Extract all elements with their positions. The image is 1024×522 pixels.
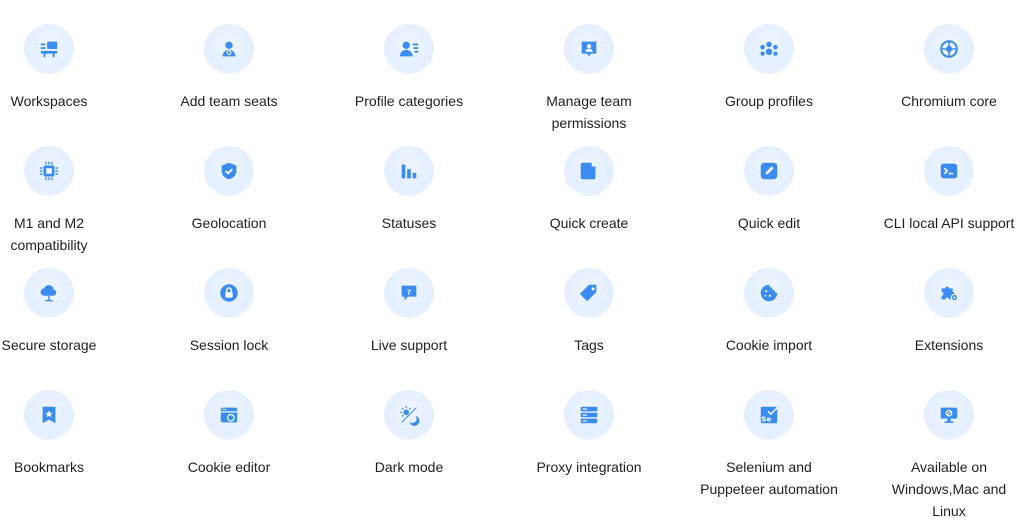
feature-label: Selenium and Puppeteer automation (700, 459, 838, 497)
feature-cookie-import: Cookie import (684, 268, 854, 356)
add-user-icon (204, 24, 254, 74)
feature-label: M1 and M2 compatibility (10, 215, 88, 253)
feature-label: Session lock (189, 337, 269, 353)
document-icon (564, 146, 614, 196)
feature-quick-create: Quick create (504, 146, 674, 234)
bar-chart-icon (384, 146, 434, 196)
monitor-icon (924, 390, 974, 440)
svg-text:?: ? (407, 287, 411, 296)
feature-geolocation: Geolocation (144, 146, 314, 234)
cookie-icon (744, 268, 794, 318)
feature-secure-storage: Secure storage (0, 268, 134, 356)
puzzle-gear-icon (924, 268, 974, 318)
chip-icon (24, 146, 74, 196)
feature-label: Available on Windows,Mac and Linux (891, 459, 1007, 519)
feature-label: Workspaces (10, 93, 88, 109)
feature-extensions: Extensions (864, 268, 1024, 356)
feature-label: Add team seats (180, 93, 278, 109)
feature-live-support: ? Live support (324, 268, 494, 356)
feature-label: Geolocation (191, 215, 267, 231)
feature-cross-platform: Available on Windows,Mac and Linux (864, 390, 1024, 522)
feature-quick-edit: Quick edit (684, 146, 854, 234)
profile-list-icon (384, 24, 434, 74)
feature-label: Proxy integration (536, 459, 642, 475)
browser-window-cookie-icon (204, 390, 254, 440)
feature-dark-mode: Dark mode (324, 390, 494, 478)
feature-label: Statuses (381, 215, 437, 231)
feature-label: Extensions (914, 337, 984, 353)
feature-label: Tags (574, 337, 604, 353)
shield-check-icon (204, 146, 254, 196)
feature-label: Dark mode (374, 459, 444, 475)
feature-selenium-puppeteer: Se Selenium and Puppeteer automation (684, 390, 854, 500)
feature-workspaces: Workspaces (0, 24, 134, 112)
feature-manage-team-permissions: Manage team permissions (504, 24, 674, 134)
sun-moon-icon (384, 390, 434, 440)
tag-icon (564, 268, 614, 318)
chat-question-icon: ? (384, 268, 434, 318)
feature-profile-categories: Profile categories (324, 24, 494, 112)
selenium-icon: Se (744, 390, 794, 440)
feature-tags: Tags (504, 268, 674, 356)
svg-text:Se: Se (761, 414, 771, 423)
feature-label: Bookmarks (13, 459, 85, 475)
feature-label: Profile categories (354, 93, 464, 109)
feature-label: Quick edit (737, 215, 801, 231)
cloud-upload-icon (24, 268, 74, 318)
feature-chromium-core: Chromium core (864, 24, 1024, 112)
feature-add-team-seats: Add team seats (144, 24, 314, 112)
feature-label: Quick create (549, 215, 629, 231)
pencil-icon (744, 146, 794, 196)
feature-session-lock: Session lock (144, 268, 314, 356)
feature-label: CLI local API support (883, 215, 1015, 231)
feature-cookie-editor: Cookie editor (144, 390, 314, 478)
server-icon (564, 390, 614, 440)
feature-group-profiles: Group profiles (684, 24, 854, 112)
chromium-icon (924, 24, 974, 74)
bookmark-star-icon (24, 390, 74, 440)
feature-label: Secure storage (1, 337, 97, 353)
terminal-icon (924, 146, 974, 196)
feature-label: Cookie import (725, 337, 813, 353)
feature-label: Chromium core (901, 93, 997, 109)
feature-m1-m2: M1 and M2 compatibility (0, 146, 134, 256)
feature-grid: Workspaces Add team seats Profile catego… (0, 0, 1024, 519)
feature-cli-local-api: CLI local API support (864, 146, 1024, 234)
feature-statuses: Statuses (324, 146, 494, 234)
feature-label: Live support (370, 337, 448, 353)
group-icon (744, 24, 794, 74)
feature-bookmarks: Bookmarks (0, 390, 134, 478)
permission-badge-icon (564, 24, 614, 74)
feature-label: Group profiles (725, 93, 813, 109)
lock-icon (204, 268, 254, 318)
feature-label: Manage team permissions (546, 93, 632, 131)
workspace-icon (24, 24, 74, 74)
feature-proxy-integration: Proxy integration (504, 390, 674, 478)
feature-label: Cookie editor (187, 459, 271, 475)
